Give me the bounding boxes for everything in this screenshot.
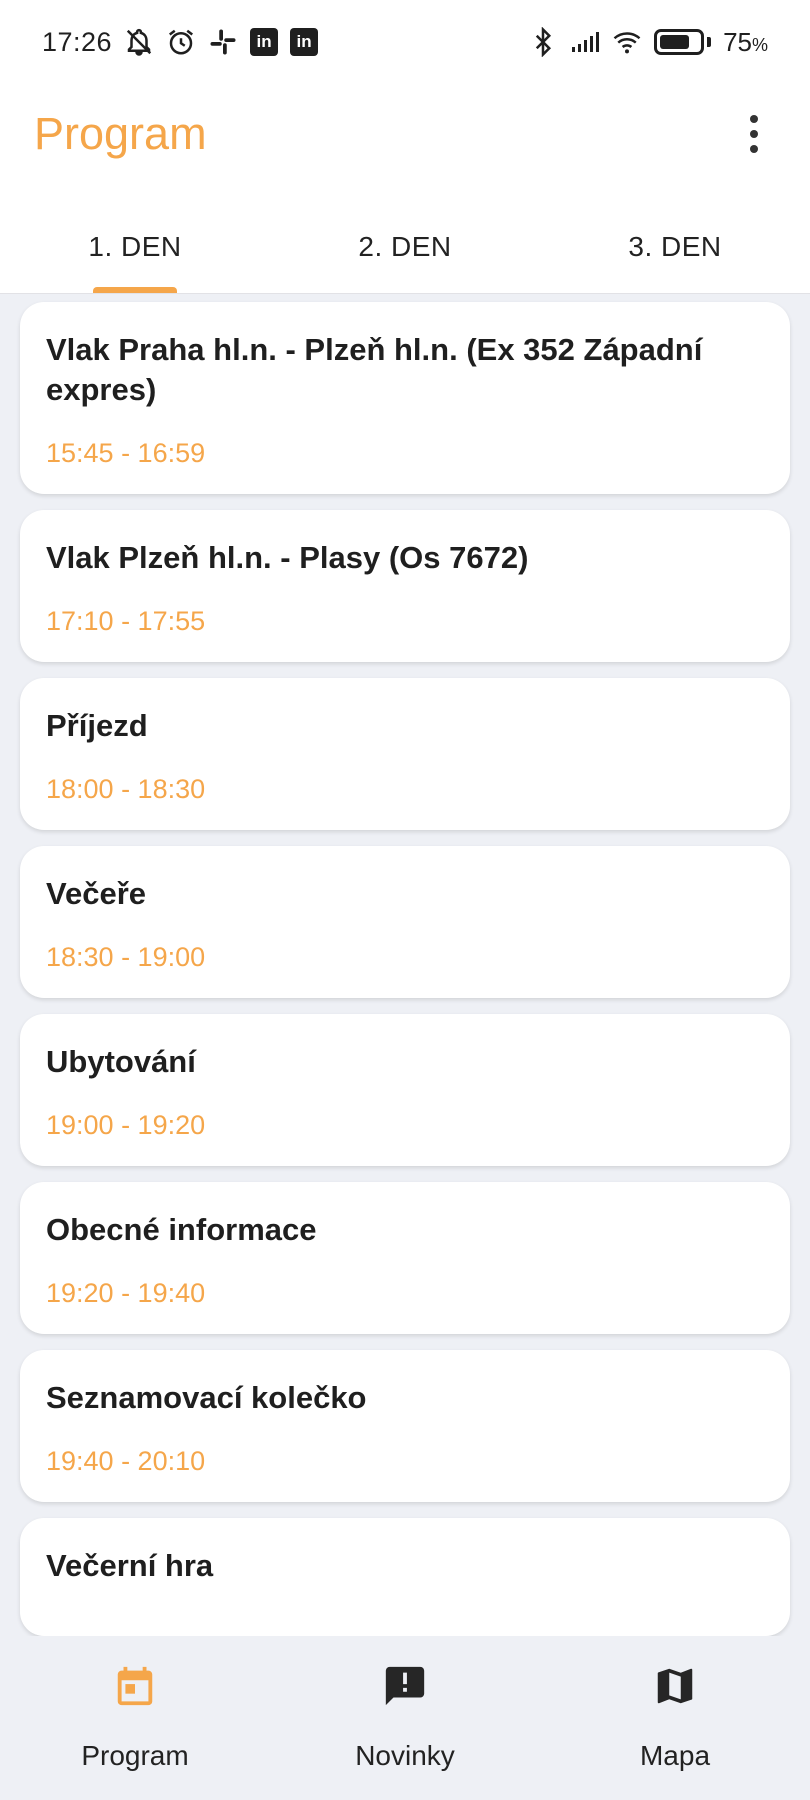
event-time: 18:00 - 18:30 [46,774,206,804]
event-card[interactable]: Večerní hra [20,1518,790,1636]
event-card[interactable]: Vlak Plzeň hl.n. - Plasy (Os 7672) 17:10… [20,510,790,662]
event-card[interactable]: Obecné informace 19:20 - 19:40 [20,1182,790,1334]
event-card[interactable]: Příjezd 18:00 - 18:30 [20,678,790,830]
event-time: 19:20 - 19:40 [46,1278,206,1308]
nav-label: Novinky [355,1740,455,1771]
announcement-icon [379,1660,431,1712]
event-card[interactable]: Večeře 18:30 - 19:00 [20,846,790,998]
battery-icon [654,29,705,55]
tab-day-1[interactable]: 1. DEN [0,200,270,293]
event-title: Ubytování [46,1044,196,1079]
event-card[interactable]: Ubytování 19:00 - 19:20 [20,1014,790,1166]
calendar-icon [109,1660,161,1712]
tab-day-2[interactable]: 2. DEN [270,200,540,293]
bell-off-icon [124,27,154,57]
nav-mapa[interactable]: Mapa [540,1636,810,1800]
page-title: Program [34,108,207,159]
battery-percent: 75% [723,26,768,57]
event-title: Seznamovací kolečko [46,1380,367,1415]
nav-program[interactable]: Program [0,1636,270,1800]
event-title: Příjezd [46,708,148,743]
nav-label: Program [81,1740,189,1771]
linkedin-icon: in [290,28,319,56]
event-time: 19:40 - 20:10 [46,1446,206,1476]
event-title: Vlak Praha hl.n. - Plzeň hl.n. (Ex 352 Z… [46,332,703,407]
alarm-icon [166,27,196,57]
event-time: 17:10 - 17:55 [46,606,206,636]
status-bar: 17:26 in in 75% [0,0,810,84]
more-vert-icon[interactable] [732,104,776,164]
signal-icon [570,27,600,57]
event-list[interactable]: Vlak Praha hl.n. - Plzeň hl.n. (Ex 352 Z… [0,294,810,1636]
event-time: 19:00 - 19:20 [46,1110,206,1140]
event-time: 18:30 - 19:00 [46,942,206,972]
tab-day-3[interactable]: 3. DEN [540,200,810,293]
event-card[interactable]: Seznamovací kolečko 19:40 - 20:10 [20,1350,790,1502]
event-title: Večeře [46,876,146,911]
wifi-icon [612,27,642,57]
event-time: 15:45 - 16:59 [46,438,206,468]
event-card[interactable]: Vlak Praha hl.n. - Plzeň hl.n. (Ex 352 Z… [20,302,790,494]
day-tabs: 1. DEN 2. DEN 3. DEN [0,200,810,294]
nav-label: Mapa [639,1740,711,1771]
status-time: 17:26 [42,26,113,57]
event-title: Obecné informace [46,1212,317,1247]
status-left: 17:26 in in [42,26,319,58]
nav-novinky[interactable]: Novinky [270,1636,540,1800]
slack-icon [208,27,238,57]
bottom-nav: Program Novinky Mapa [0,1636,810,1800]
event-title: Vlak Plzeň hl.n. - Plasy (Os 7672) [46,540,529,575]
map-icon [649,1660,701,1712]
bluetooth-icon [528,27,558,57]
event-title: Večerní hra [46,1548,214,1583]
status-right: 75% [528,27,768,58]
app-bar: Program [0,84,810,184]
battery-tip [707,37,712,47]
linkedin-icon: in [250,28,279,56]
